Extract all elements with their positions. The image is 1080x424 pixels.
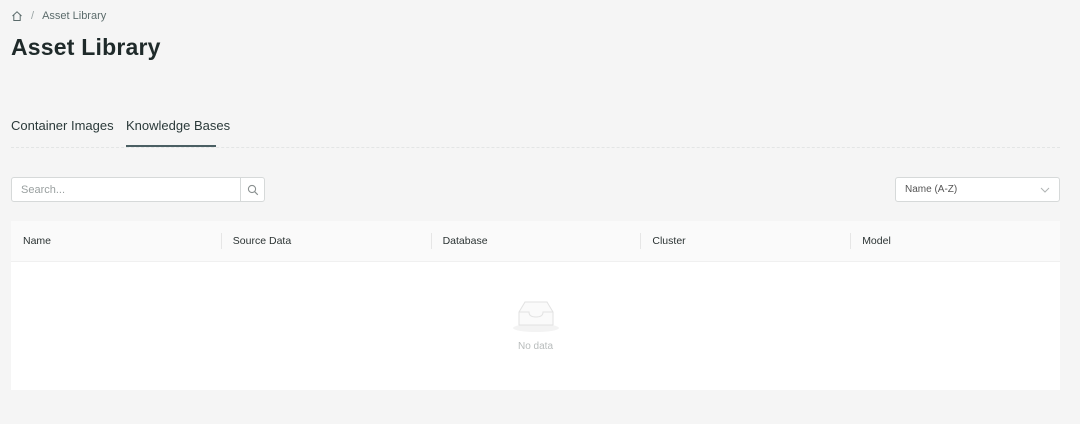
column-header-source-data: Source Data bbox=[220, 221, 431, 261]
search-icon bbox=[247, 184, 258, 195]
sort-select-value: Name (A-Z) bbox=[905, 184, 958, 195]
empty-state: No data bbox=[11, 297, 1060, 352]
breadcrumb-separator: / bbox=[31, 10, 35, 22]
empty-state-text: No data bbox=[517, 341, 554, 352]
column-header-name: Name bbox=[23, 235, 52, 247]
breadcrumb: / Asset Library bbox=[11, 9, 106, 23]
search-input[interactable] bbox=[12, 178, 240, 201]
assets-table: Name Source Data Database Cluster Model … bbox=[11, 221, 1060, 390]
page-title: Asset Library bbox=[11, 34, 161, 60]
home-icon[interactable] bbox=[11, 10, 23, 22]
tab-knowledge-bases[interactable]: Knowledge Bases bbox=[126, 118, 230, 147]
column-header-cluster: Cluster bbox=[640, 221, 850, 261]
column-header-database: Database bbox=[430, 221, 641, 261]
sort-select[interactable]: Name (A-Z) bbox=[895, 177, 1060, 202]
search-box bbox=[11, 177, 265, 202]
tab-bar: Container Images Knowledge Bases bbox=[11, 118, 1060, 148]
column-header-model: Model bbox=[850, 221, 1060, 261]
breadcrumb-current: Asset Library bbox=[42, 10, 107, 22]
search-button[interactable] bbox=[240, 178, 264, 201]
tab-container-images[interactable]: Container Images bbox=[11, 118, 114, 147]
chevron-down-icon bbox=[1040, 187, 1050, 193]
empty-inbox-icon bbox=[512, 301, 559, 332]
table-header: Name Source Data Database Cluster Model bbox=[11, 221, 1060, 262]
